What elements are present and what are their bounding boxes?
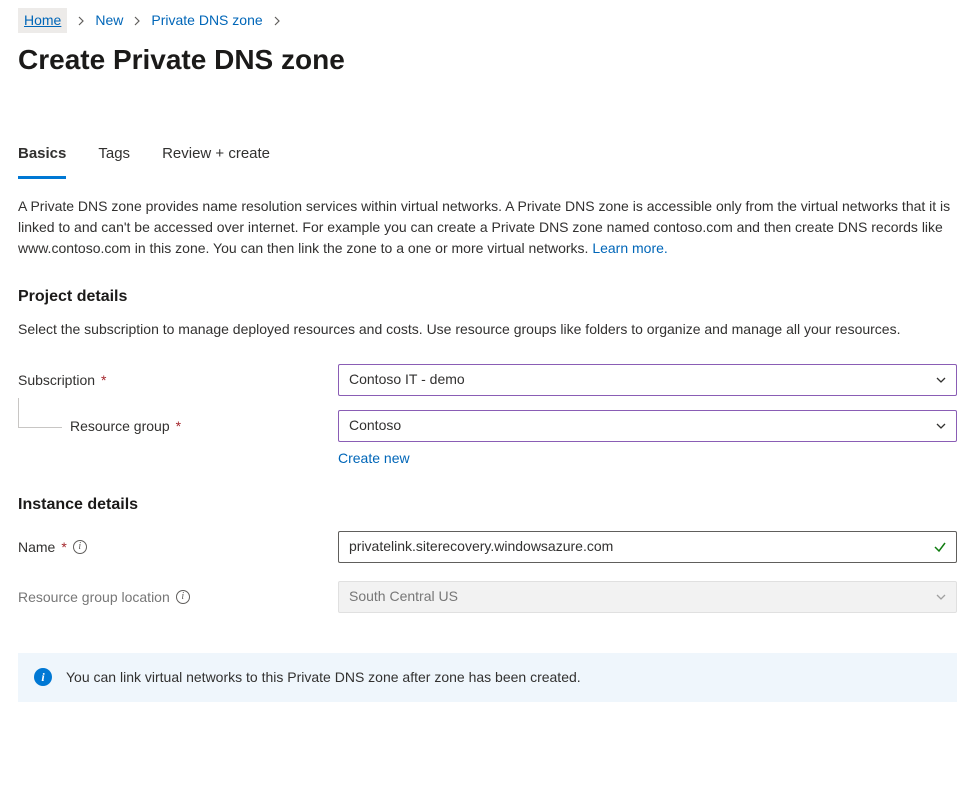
tab-review-create[interactable]: Review + create [162, 139, 270, 178]
checkmark-icon [932, 539, 948, 555]
info-banner: i You can link virtual networks to this … [18, 653, 957, 702]
chevron-right-icon [273, 16, 281, 26]
info-icon[interactable]: i [73, 540, 87, 554]
chevron-down-icon [934, 373, 948, 387]
create-new-link[interactable]: Create new [338, 450, 410, 466]
section-heading-instance-details: Instance details [18, 493, 957, 517]
tab-basics[interactable]: Basics [18, 139, 66, 179]
row-location: Resource group location i South Central … [18, 581, 957, 613]
row-subscription: Subscription * Contoso IT - demo [18, 364, 957, 396]
label-name: Name * i [18, 531, 338, 558]
chevron-right-icon [133, 16, 141, 26]
label-location-text: Resource group location [18, 587, 170, 608]
section-subtext-project-details: Select the subscription to manage deploy… [18, 319, 957, 340]
row-name: Name * i privatelink.siterecovery.window… [18, 531, 957, 563]
label-location: Resource group location i [18, 581, 338, 608]
subscription-value: Contoso IT - demo [349, 369, 465, 390]
subscription-select[interactable]: Contoso IT - demo [338, 364, 957, 396]
info-icon: i [34, 668, 52, 686]
breadcrumb-new[interactable]: New [95, 10, 123, 31]
label-subscription: Subscription * [18, 364, 338, 391]
location-select: South Central US [338, 581, 957, 613]
resource-group-value: Contoso [349, 415, 401, 436]
label-resource-group: Resource group * [18, 410, 338, 437]
learn-more-link[interactable]: Learn more. [592, 240, 667, 256]
tab-tags[interactable]: Tags [98, 139, 130, 178]
breadcrumb-private-dns-zone[interactable]: Private DNS zone [151, 10, 262, 31]
chevron-right-icon [77, 16, 85, 26]
label-subscription-text: Subscription [18, 370, 95, 391]
chevron-down-icon [934, 419, 948, 433]
required-marker: * [61, 537, 66, 558]
chevron-down-icon [934, 590, 948, 604]
info-icon[interactable]: i [176, 590, 190, 604]
resource-group-select[interactable]: Contoso [338, 410, 957, 442]
description-text: A Private DNS zone provides name resolut… [18, 196, 957, 259]
description-body: A Private DNS zone provides name resolut… [18, 198, 950, 256]
info-banner-text: You can link virtual networks to this Pr… [66, 667, 581, 688]
required-marker: * [176, 416, 181, 437]
label-name-text: Name [18, 537, 55, 558]
name-value: privatelink.siterecovery.windowsazure.co… [349, 536, 613, 557]
breadcrumb: Home New Private DNS zone [18, 8, 957, 33]
location-value: South Central US [349, 586, 458, 607]
name-input[interactable]: privatelink.siterecovery.windowsazure.co… [338, 531, 957, 563]
tabs: Basics Tags Review + create [18, 139, 957, 178]
required-marker: * [101, 370, 106, 391]
section-heading-project-details: Project details [18, 285, 957, 309]
row-resource-group: Resource group * Contoso Create new [18, 410, 957, 469]
tree-elbow-icon [18, 398, 62, 428]
breadcrumb-home[interactable]: Home [18, 8, 67, 33]
label-resource-group-text: Resource group [70, 416, 170, 437]
page-title: Create Private DNS zone [18, 39, 957, 81]
